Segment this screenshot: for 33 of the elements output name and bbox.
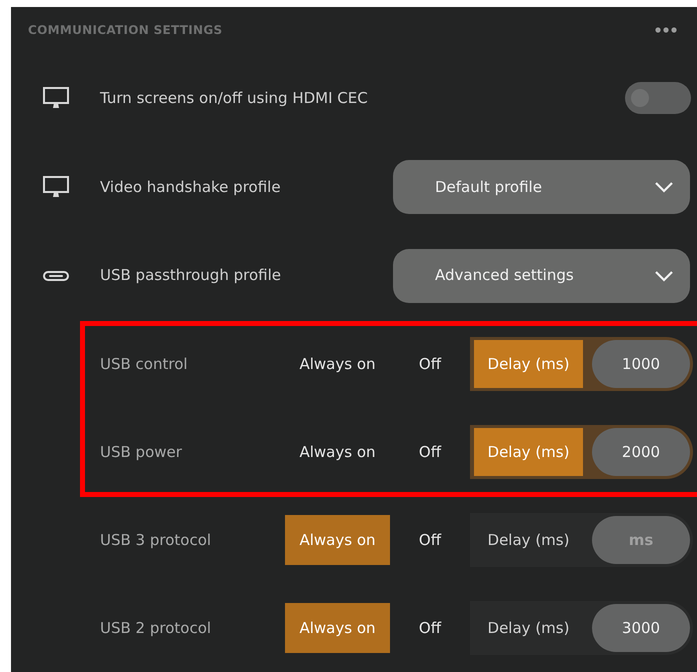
usb-setting-label: USB control <box>100 354 189 375</box>
off-option[interactable]: Off <box>390 603 470 653</box>
delay-option[interactable]: Delay (ms) <box>474 516 583 564</box>
delay-input[interactable]: 3000 <box>592 604 690 652</box>
monitor-icon <box>42 176 68 198</box>
setting-label: USB passthrough profile <box>100 265 282 286</box>
delay-option[interactable]: Delay (ms) <box>474 340 583 388</box>
profile-dropdown[interactable]: Default profile <box>393 160 690 214</box>
setting-label: Video handshake profile <box>100 176 282 198</box>
chevron-down-icon <box>654 180 674 193</box>
setting-label: Turn screens on/off using HDMI CEC <box>100 88 369 109</box>
off-option[interactable]: Off <box>390 427 470 477</box>
more-icon[interactable] <box>655 27 677 34</box>
always-on-option[interactable]: Always on <box>285 427 390 477</box>
delay-input[interactable]: ms <box>592 516 690 564</box>
usb-c-icon <box>42 270 68 281</box>
chevron-down-icon <box>654 270 674 282</box>
delay-input[interactable]: 2000 <box>592 428 690 476</box>
delay-input[interactable]: 1000 <box>592 340 690 388</box>
usb-setting-label: USB 3 protocol <box>100 530 212 551</box>
panel-title: COMMUNICATION SETTINGS <box>28 22 222 40</box>
off-option[interactable]: Off <box>390 515 470 565</box>
usb-setting-label: USB power <box>100 442 183 463</box>
off-option[interactable]: Off <box>390 339 470 389</box>
delay-option[interactable]: Delay (ms) <box>474 428 583 476</box>
monitor-icon <box>42 87 68 110</box>
profile-dropdown[interactable]: Advanced settings <box>393 248 690 303</box>
toggle-switch[interactable] <box>625 82 691 114</box>
usb-setting-label: USB 2 protocol <box>100 618 212 639</box>
always-on-option[interactable]: Always on <box>285 339 390 389</box>
always-on-option[interactable]: Always on <box>285 603 390 653</box>
delay-option[interactable]: Delay (ms) <box>474 604 583 652</box>
always-on-option[interactable]: Always on <box>285 515 390 565</box>
